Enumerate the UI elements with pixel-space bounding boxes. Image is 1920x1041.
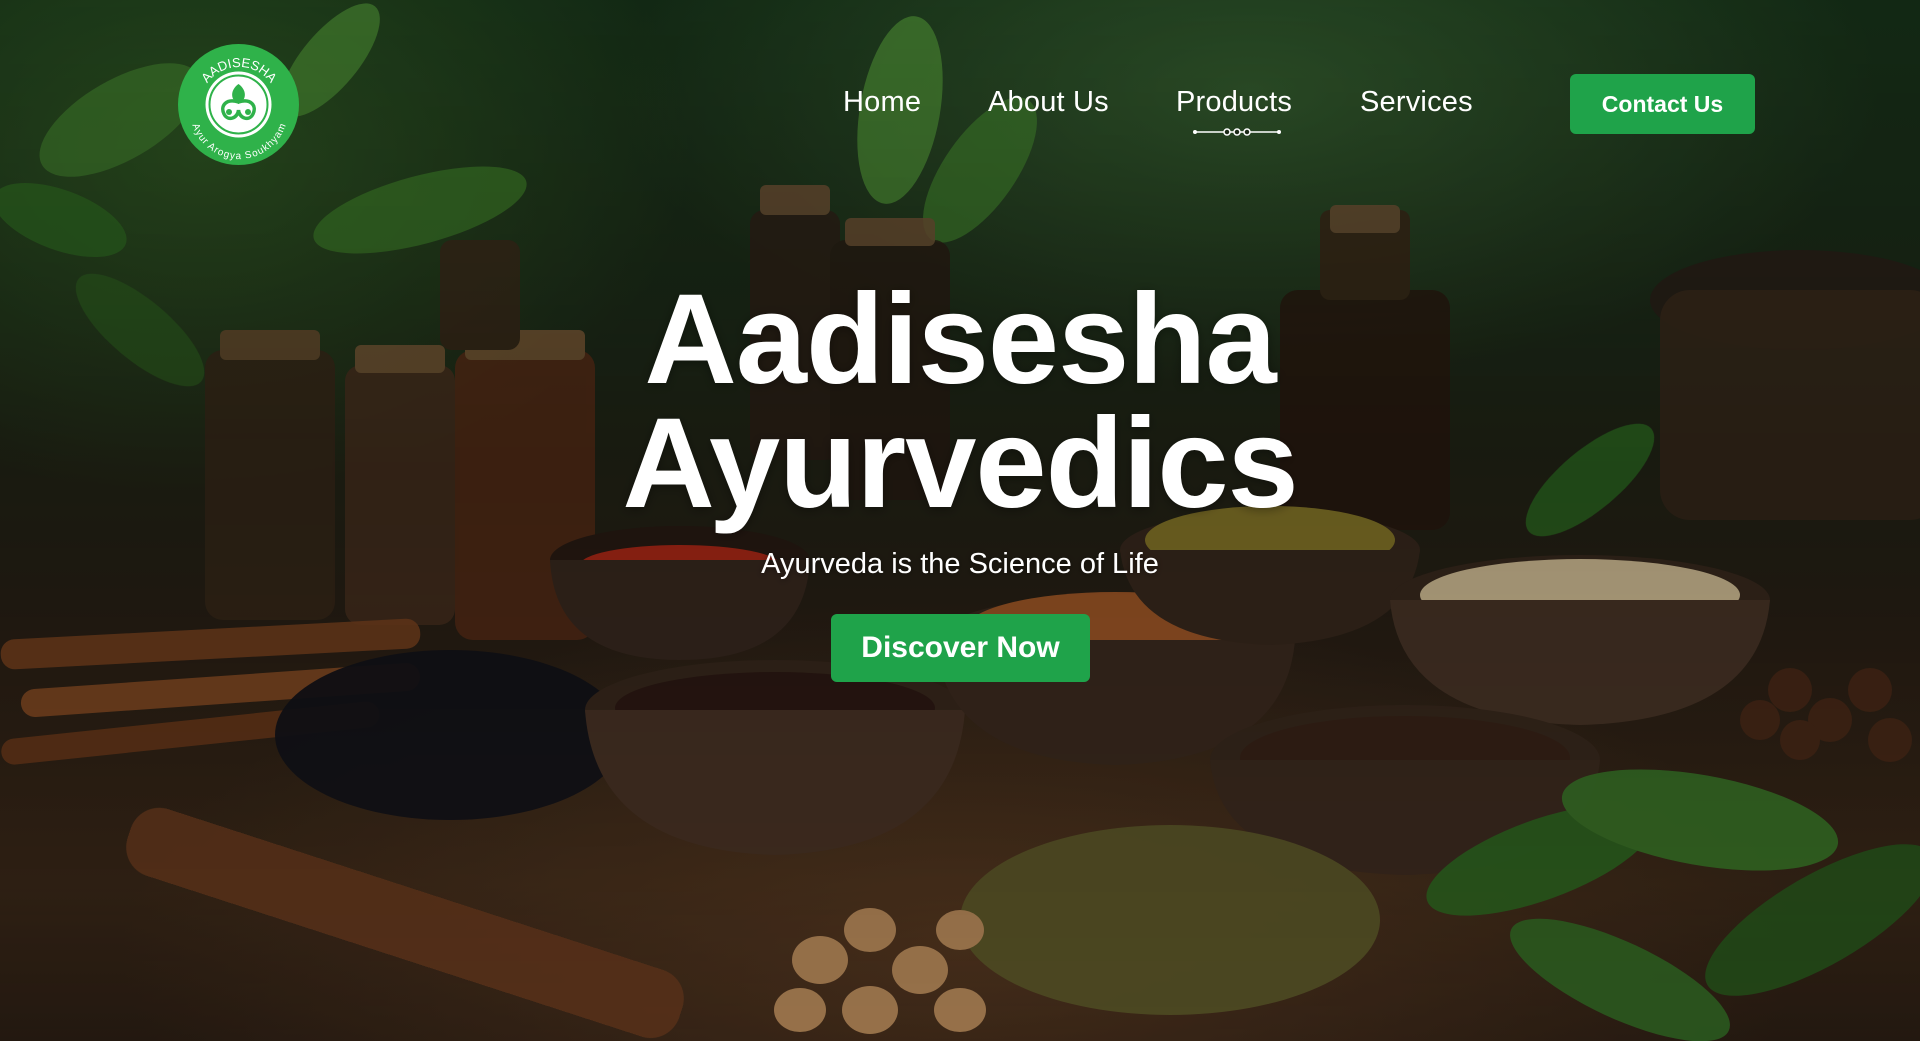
active-nav-indicator-icon bbox=[1193, 128, 1281, 136]
hero-title: Aadisesha Ayurvedics bbox=[0, 268, 1920, 535]
contact-us-button[interactable]: Contact Us bbox=[1570, 74, 1755, 134]
hero-title-line-1: Aadisesha bbox=[644, 268, 1276, 411]
nav-link-about-us[interactable]: About Us bbox=[988, 86, 1109, 119]
nav-link-home[interactable]: Home bbox=[843, 86, 921, 119]
hero-title-line-2: Ayurvedics bbox=[622, 392, 1298, 535]
discover-now-button[interactable]: Discover Now bbox=[831, 614, 1090, 682]
nav-link-services[interactable]: Services bbox=[1360, 86, 1473, 119]
hero-section: AADISESHA Ayur Arogya Soukhyam Home Abou… bbox=[0, 0, 1920, 1041]
hero-subtitle: Ayurveda is the Science of Life bbox=[761, 548, 1159, 580]
nav-link-products[interactable]: Products bbox=[1176, 86, 1292, 119]
